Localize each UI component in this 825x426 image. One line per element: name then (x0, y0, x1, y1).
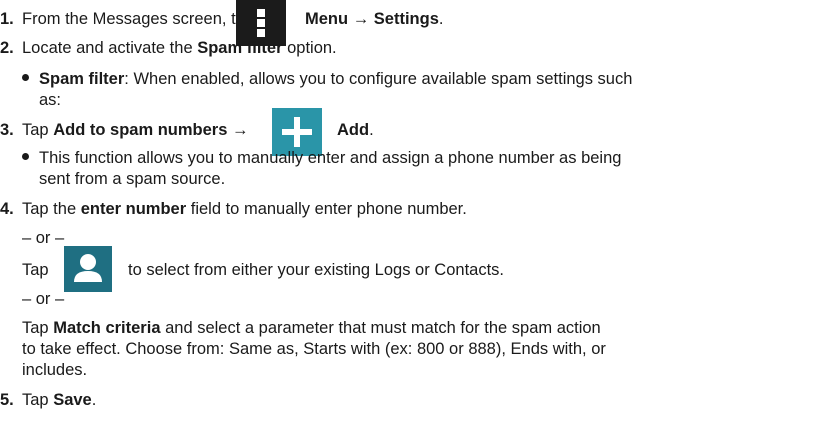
spam-filter-term: Spam filter (39, 70, 125, 88)
tap-contact-tail: to select from either your existing Logs… (128, 260, 504, 280)
match-text: includes. (22, 361, 88, 379)
bullet-text: This function allows you to manually ent… (39, 149, 622, 167)
match-criteria: Tap Match criteria and select a paramete… (22, 318, 601, 338)
step-2: 2. Locate and activate the Spam filter op… (0, 38, 337, 58)
or-text: – or – (22, 229, 65, 247)
step-text-post: option. (287, 39, 337, 57)
step-text: Tap (22, 121, 49, 139)
step-text: Locate and activate the (22, 39, 193, 57)
step-number: 4. (0, 200, 14, 218)
add-to-spam-label: Add to spam numbers (53, 121, 228, 139)
step-number: 3. (0, 121, 14, 139)
step-text: Tap the (22, 200, 77, 218)
step-text-post: field to manually enter phone number. (190, 200, 467, 218)
step-number: 1. (0, 10, 14, 28)
bullet-function-cont: sent from a spam source. (39, 169, 225, 189)
tap-contact: Tap (22, 260, 49, 280)
match-criteria-cont: includes. (22, 360, 87, 380)
settings-label: Settings (373, 10, 439, 28)
or-separator: – or – (22, 228, 64, 248)
step-number: 2. (0, 39, 14, 57)
match-text: to take effect. Choose from: Same as, St… (22, 340, 606, 358)
bullet-spam-filter-cont: as: (39, 90, 61, 110)
step-number: 5. (0, 391, 14, 409)
arrow: → (352, 10, 370, 28)
or-separator: – or – (22, 289, 64, 309)
match-criteria-cont: to take effect. Choose from: Same as, St… (22, 339, 606, 359)
bullet-dot (22, 74, 29, 82)
bullet-dot (22, 153, 29, 161)
step-3-tail: Add. (337, 120, 374, 140)
bullet-text: sent from a spam source. (39, 170, 226, 188)
period: . (91, 391, 97, 409)
step-text: Tap (22, 391, 49, 409)
or-text: – or – (22, 290, 65, 308)
contact-icon (64, 246, 112, 292)
bullet-text: : When enabled, allows you to configure … (124, 70, 633, 88)
match-text: and select a parameter that must match f… (165, 319, 601, 337)
match-criteria-label: Match criteria (53, 319, 161, 337)
bullet-spam-filter: Spam filter: When enabled, allows you to… (22, 69, 632, 89)
step-1-tail: Menu → Settings. (305, 9, 443, 29)
enter-number-label: enter number (80, 200, 187, 218)
step-3: 3. Tap Add to spam numbers → (0, 120, 248, 140)
step-5: 5. Tap Save. (0, 390, 96, 410)
spam-filter-label: Spam filter (197, 39, 283, 57)
arrow: → (231, 121, 249, 139)
bullet-text: as: (39, 91, 62, 109)
period: . (438, 10, 444, 28)
tap-contact-text: to select from either your existing Logs… (128, 261, 505, 279)
step-text: From the Messages screen, tap (22, 10, 255, 28)
step-4: 4. Tap the enter number field to manually… (0, 199, 467, 219)
menu-label: Menu (305, 10, 349, 28)
save-label: Save (53, 391, 92, 409)
add-label: Add (337, 121, 370, 139)
tap-text: Tap (22, 319, 49, 337)
bullet-function: This function allows you to manually ent… (22, 148, 621, 168)
period: . (369, 121, 374, 139)
step-1: 1. From the Messages screen, tap (0, 9, 254, 29)
instruction-page: 1. From the Messages screen, tap Menu → S… (0, 0, 825, 426)
tap-text: Tap (22, 261, 49, 279)
